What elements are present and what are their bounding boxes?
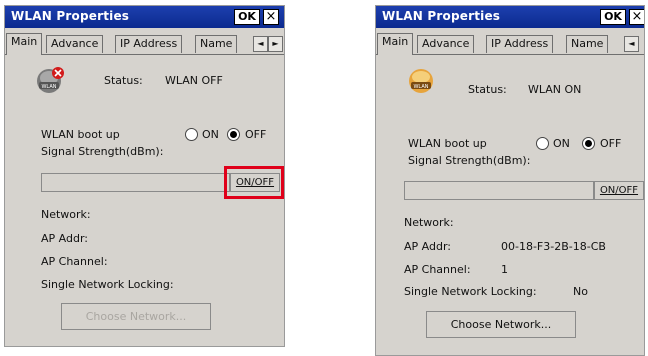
- on-off-button[interactable]: ON/OFF: [594, 181, 644, 200]
- status-value: WLAN OFF: [165, 74, 223, 87]
- wlan-properties-dialog-off: WLAN Properties OK × Main Advance IP Add…: [4, 5, 285, 347]
- boot-on-radio[interactable]: [185, 128, 198, 141]
- ap-channel-label: AP Channel:: [41, 255, 108, 268]
- close-button[interactable]: ×: [629, 9, 644, 25]
- tab-advance[interactable]: Advance: [46, 35, 104, 53]
- tab-main[interactable]: Main: [6, 33, 43, 55]
- boot-off-radio[interactable]: [582, 137, 595, 150]
- boot-off-label: OFF: [600, 137, 622, 150]
- ap-channel-value: 1: [501, 263, 508, 276]
- signal-strength-label: Signal Strength(dBm):: [408, 154, 531, 167]
- boot-on-label: ON: [202, 128, 219, 141]
- status-value: WLAN ON: [528, 83, 582, 96]
- single-network-locking-value: No: [573, 285, 588, 298]
- tab-name[interactable]: Name: [195, 35, 238, 53]
- ap-channel-label: AP Channel:: [404, 263, 471, 276]
- boot-up-label: WLAN boot up: [408, 137, 487, 150]
- ok-button[interactable]: OK: [234, 9, 260, 25]
- signal-strength-bar: [404, 181, 594, 200]
- tab-strip: Main Advance IP Address Name ◄: [376, 33, 644, 55]
- ok-button[interactable]: OK: [600, 9, 626, 25]
- title-bar: WLAN Properties OK ×: [5, 6, 284, 28]
- tab-strip: Main Advance IP Address Name ◄ ►: [5, 33, 284, 55]
- single-network-locking-label: Single Network Locking:: [41, 278, 174, 291]
- status-label: Status:: [104, 74, 143, 87]
- tab-ip-address[interactable]: IP Address: [486, 35, 554, 53]
- wlan-properties-dialog-on: WLAN Properties OK × Main Advance IP Add…: [375, 5, 645, 356]
- ap-addr-label: AP Addr:: [404, 240, 451, 253]
- boot-on-label: ON: [553, 137, 570, 150]
- tab-main[interactable]: Main: [377, 33, 414, 55]
- single-network-locking-label: Single Network Locking:: [404, 285, 537, 298]
- tab-name[interactable]: Name: [566, 35, 609, 53]
- tab-scroll-arrows: ◄ ►: [253, 36, 283, 52]
- ap-addr-value: 00-18-F3-2B-18-CB: [501, 240, 606, 253]
- scroll-left-icon[interactable]: ◄: [253, 36, 268, 52]
- ap-addr-label: AP Addr:: [41, 232, 88, 245]
- boot-up-label: WLAN boot up: [41, 128, 120, 141]
- title-bar: WLAN Properties OK ×: [376, 6, 644, 28]
- dialog-title: WLAN Properties: [11, 9, 130, 23]
- highlight-box: [224, 166, 284, 199]
- svg-text:WLAN: WLAN: [413, 84, 428, 90]
- wlan-off-icon: WLAN: [37, 67, 64, 93]
- scroll-left-icon[interactable]: ◄: [624, 36, 639, 52]
- wlan-on-icon: WLAN: [409, 69, 433, 93]
- boot-off-label: OFF: [245, 128, 267, 141]
- choose-network-button[interactable]: Choose Network...: [61, 303, 211, 330]
- signal-strength-bar: [41, 173, 230, 192]
- tab-scroll-arrows: ◄: [624, 36, 639, 52]
- dialog-title: WLAN Properties: [382, 9, 501, 23]
- tab-ip-address[interactable]: IP Address: [115, 35, 183, 53]
- signal-strength-label: Signal Strength(dBm):: [41, 145, 164, 158]
- status-label: Status:: [468, 83, 507, 96]
- boot-on-radio[interactable]: [536, 137, 549, 150]
- boot-off-radio[interactable]: [227, 128, 240, 141]
- network-label: Network:: [41, 208, 91, 221]
- tab-advance[interactable]: Advance: [417, 35, 475, 53]
- scroll-right-icon[interactable]: ►: [268, 36, 283, 52]
- close-button[interactable]: ×: [263, 9, 279, 25]
- choose-network-button[interactable]: Choose Network...: [426, 311, 576, 338]
- svg-text:WLAN: WLAN: [41, 84, 56, 90]
- network-label: Network:: [404, 216, 454, 229]
